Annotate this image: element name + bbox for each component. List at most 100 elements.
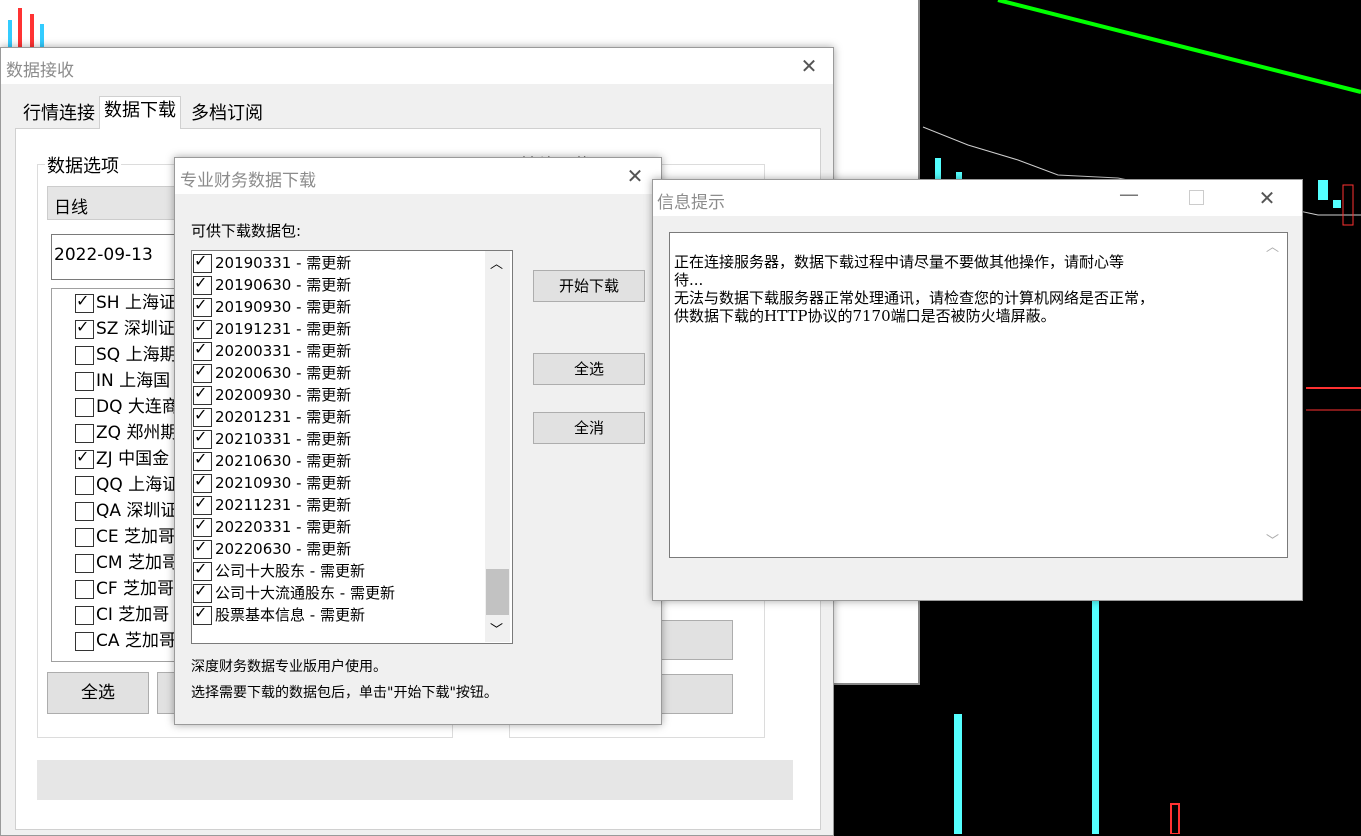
checkbox[interactable] xyxy=(193,559,212,581)
package-scrollbar[interactable]: ︿ ﹀ xyxy=(485,251,510,642)
package-item[interactable]: 20220331 - 需更新 xyxy=(193,515,351,538)
checkbox[interactable] xyxy=(193,493,212,515)
checkbox[interactable] xyxy=(193,273,212,295)
package-item[interactable]: 20190630 - 需更新 xyxy=(193,273,352,296)
checkbox[interactable] xyxy=(75,553,94,573)
checkbox[interactable] xyxy=(193,251,212,273)
markets-select-all-button[interactable]: 全选 xyxy=(47,672,149,714)
start-download-button[interactable]: 开始下载 xyxy=(533,270,645,302)
market-item[interactable]: ZJ 中国金 xyxy=(75,446,175,472)
scroll-down-icon[interactable]: ﹀ xyxy=(1266,533,1279,551)
package-item[interactable]: 公司十大流通股东 - 需更新 xyxy=(193,581,395,604)
close-icon[interactable]: ✕ xyxy=(1253,184,1281,212)
checkbox[interactable] xyxy=(75,447,94,469)
tab-multi-level[interactable]: 多档订阅 xyxy=(187,100,267,128)
checkbox[interactable] xyxy=(193,603,212,625)
market-item[interactable]: QQ 上海证 xyxy=(75,472,175,498)
select-all-button[interactable]: 全选 xyxy=(533,353,645,385)
package-item[interactable]: 20210331 - 需更新 xyxy=(193,427,351,450)
other-button-1[interactable] xyxy=(661,620,733,660)
checkbox[interactable] xyxy=(75,371,94,391)
tab-data-download[interactable]: 数据下载 xyxy=(99,96,181,129)
package-item[interactable]: 20211231 - 需更新 xyxy=(193,493,351,516)
market-item[interactable]: SH 上海证 xyxy=(75,290,175,316)
checkbox[interactable] xyxy=(193,361,212,383)
market-item[interactable]: SQ 上海期 xyxy=(75,342,175,368)
checkbox[interactable] xyxy=(193,449,212,471)
other-button-2[interactable] xyxy=(661,674,733,714)
package-item[interactable]: 20200930 - 需更新 xyxy=(193,383,351,406)
checkbox[interactable] xyxy=(75,317,94,339)
note-pro-users: 深度财务数据专业版用户使用。 xyxy=(191,659,387,675)
package-item[interactable]: 20201231 - 需更新 xyxy=(193,405,351,428)
checkbox[interactable] xyxy=(193,405,212,427)
title-bar: 信息提示 — ✕ xyxy=(653,180,1302,216)
checkbox[interactable] xyxy=(75,423,94,443)
checkbox[interactable] xyxy=(193,537,212,559)
checkbox[interactable] xyxy=(193,581,212,603)
package-label: 20210630 - 需更新 xyxy=(215,452,352,470)
checkbox[interactable] xyxy=(75,579,94,599)
market-item[interactable]: CI 芝加哥 xyxy=(75,602,175,628)
market-label: CF 芝加哥 xyxy=(96,579,175,599)
market-item[interactable]: CE 芝加哥 xyxy=(75,524,175,550)
package-item[interactable]: 20210930 - 需更新 xyxy=(193,471,351,494)
checkbox[interactable] xyxy=(193,471,212,493)
package-item[interactable]: 公司十大股东 - 需更新 xyxy=(193,559,365,582)
checkbox[interactable] xyxy=(75,631,94,651)
market-item[interactable]: CM 芝加哥 xyxy=(75,550,175,576)
market-label: DQ 大连商 xyxy=(96,397,175,417)
checkbox[interactable] xyxy=(75,345,94,365)
tab-connection[interactable]: 行情连接 xyxy=(19,100,99,128)
checkbox[interactable] xyxy=(75,501,94,521)
scroll-up-icon[interactable]: ︿ xyxy=(490,253,503,272)
package-label: 20200630 - 需更新 xyxy=(215,364,352,382)
market-label: QA 深圳证 xyxy=(96,501,175,521)
package-label: 20190630 - 需更新 xyxy=(215,276,352,294)
window-title: 数据接收 xyxy=(6,61,74,81)
checkbox[interactable] xyxy=(75,397,94,417)
checkbox[interactable] xyxy=(193,383,212,405)
market-item[interactable]: CA 芝加哥 xyxy=(75,628,175,654)
close-icon[interactable]: ✕ xyxy=(795,52,823,80)
package-item[interactable]: 20190930 - 需更新 xyxy=(193,295,351,318)
package-item[interactable]: 20190331 - 需更新 xyxy=(193,251,351,274)
checkbox[interactable] xyxy=(75,475,94,495)
checkbox[interactable] xyxy=(75,605,94,625)
market-item[interactable]: IN 上海国 xyxy=(75,368,175,394)
package-item[interactable]: 20191231 - 需更新 xyxy=(193,317,351,340)
market-label: QQ 上海证 xyxy=(96,475,175,495)
checkbox[interactable] xyxy=(193,295,212,317)
package-item[interactable]: 20200630 - 需更新 xyxy=(193,361,352,384)
close-icon[interactable]: ✕ xyxy=(621,162,649,190)
minimize-icon[interactable]: — xyxy=(1119,182,1139,206)
market-label: CE 芝加哥 xyxy=(96,527,175,547)
scroll-thumb[interactable] xyxy=(486,569,509,615)
checkbox[interactable] xyxy=(193,515,212,537)
checkbox[interactable] xyxy=(75,527,94,547)
market-item[interactable]: DQ 大连商 xyxy=(75,394,175,420)
date-field[interactable]: 2022-09-13 xyxy=(51,234,179,280)
scroll-up-icon[interactable]: ︿ xyxy=(1266,239,1279,257)
checkbox[interactable] xyxy=(75,291,94,313)
market-item[interactable]: ZQ 郑州期 xyxy=(75,420,175,446)
maximize-icon[interactable] xyxy=(1189,190,1204,205)
message-line: 待... xyxy=(674,271,704,289)
package-label: 20220630 - 需更新 xyxy=(215,540,352,558)
cyan-volume-bar xyxy=(954,714,962,834)
message-line: 无法与数据下载服务器正常处理通讯，请检查您的计算机网络是否正常， xyxy=(674,289,1155,307)
checkbox[interactable] xyxy=(193,317,212,339)
market-item[interactable]: SZ 深圳证 xyxy=(75,316,175,342)
checkbox[interactable] xyxy=(193,427,212,449)
package-item[interactable]: 20210630 - 需更新 xyxy=(193,449,352,472)
package-item[interactable]: 股票基本信息 - 需更新 xyxy=(193,603,365,626)
market-item[interactable]: CF 芝加哥 xyxy=(75,576,175,602)
period-select[interactable]: 日线 xyxy=(47,186,179,220)
deselect-all-button[interactable]: 全消 xyxy=(533,412,645,444)
package-item[interactable]: 20220630 - 需更新 xyxy=(193,537,352,560)
checkbox[interactable] xyxy=(193,339,212,361)
market-item[interactable]: QA 深圳证 xyxy=(75,498,175,524)
package-item[interactable]: 20200331 - 需更新 xyxy=(193,339,351,362)
scroll-down-icon[interactable]: ﹀ xyxy=(490,619,503,638)
message-line: 供数据下载的HTTP协议的7170端口是否被防火墙屏蔽。 xyxy=(674,307,1056,325)
